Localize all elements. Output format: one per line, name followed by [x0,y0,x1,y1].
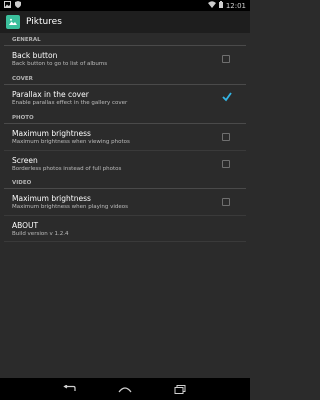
recent-apps-icon[interactable] [170,383,190,395]
pref-summary: Borderless photos instead of full photos [12,166,122,172]
pref-screen[interactable]: Screen Borderless photos instead of full… [4,150,246,176]
app-title: Piktures [26,17,62,27]
status-bar: 12:01 [0,0,250,11]
screen-checkbox[interactable] [222,160,230,168]
section-header-video: VIDEO [4,176,246,189]
pref-title: Parallax in the cover [12,90,89,99]
battery-icon [218,1,223,10]
pref-photo-brightness[interactable]: Maximum brightness Maximum brightness wh… [0,124,250,150]
pref-back-button[interactable]: Back button Back button to go to list of… [0,46,250,72]
action-bar: Piktures [0,11,250,33]
divider [4,241,246,242]
status-time: 12:01 [225,1,246,10]
section-header-cover: COVER [4,72,246,85]
section-header-photo: PHOTO [4,111,246,124]
pref-title: Maximum brightness [12,129,91,138]
status-right: 12:01 [207,1,246,10]
pref-summary: Maximum brightness when viewing photos [12,139,130,145]
navigation-bar [0,378,250,400]
checkmark-icon [222,92,232,102]
pref-summary: Back button to go to list of albums [12,61,108,67]
section-header-general: GENERAL [4,33,246,46]
image-icon [4,1,11,10]
back-icon[interactable] [60,383,80,395]
pref-about[interactable]: ABOUT Build version v 1.2.4 [4,215,246,241]
status-left [4,1,21,10]
settings-list: GENERAL Back button Back button to go to… [0,33,250,242]
pref-title: Back button [12,51,58,60]
parallax-checkbox[interactable] [222,92,232,102]
pref-summary: Enable parallax effect in the gallery co… [12,100,128,106]
photo-brightness-checkbox[interactable] [222,133,230,141]
home-icon[interactable] [115,383,135,395]
pref-title: Maximum brightness [12,194,91,203]
pref-summary: Build version v 1.2.4 [12,231,69,237]
shield-icon [15,1,21,10]
video-brightness-checkbox[interactable] [222,198,230,206]
app-logo-icon[interactable] [6,15,20,29]
back-button-checkbox[interactable] [222,55,230,63]
pref-title: ABOUT [12,221,39,230]
pref-parallax[interactable]: Parallax in the cover Enable parallax ef… [0,85,250,111]
pref-title: Screen [12,156,38,165]
pref-video-brightness[interactable]: Maximum brightness Maximum brightness wh… [0,189,250,215]
pref-summary: Maximum brightness when playing videos [12,204,128,210]
wifi-icon [207,1,216,10]
